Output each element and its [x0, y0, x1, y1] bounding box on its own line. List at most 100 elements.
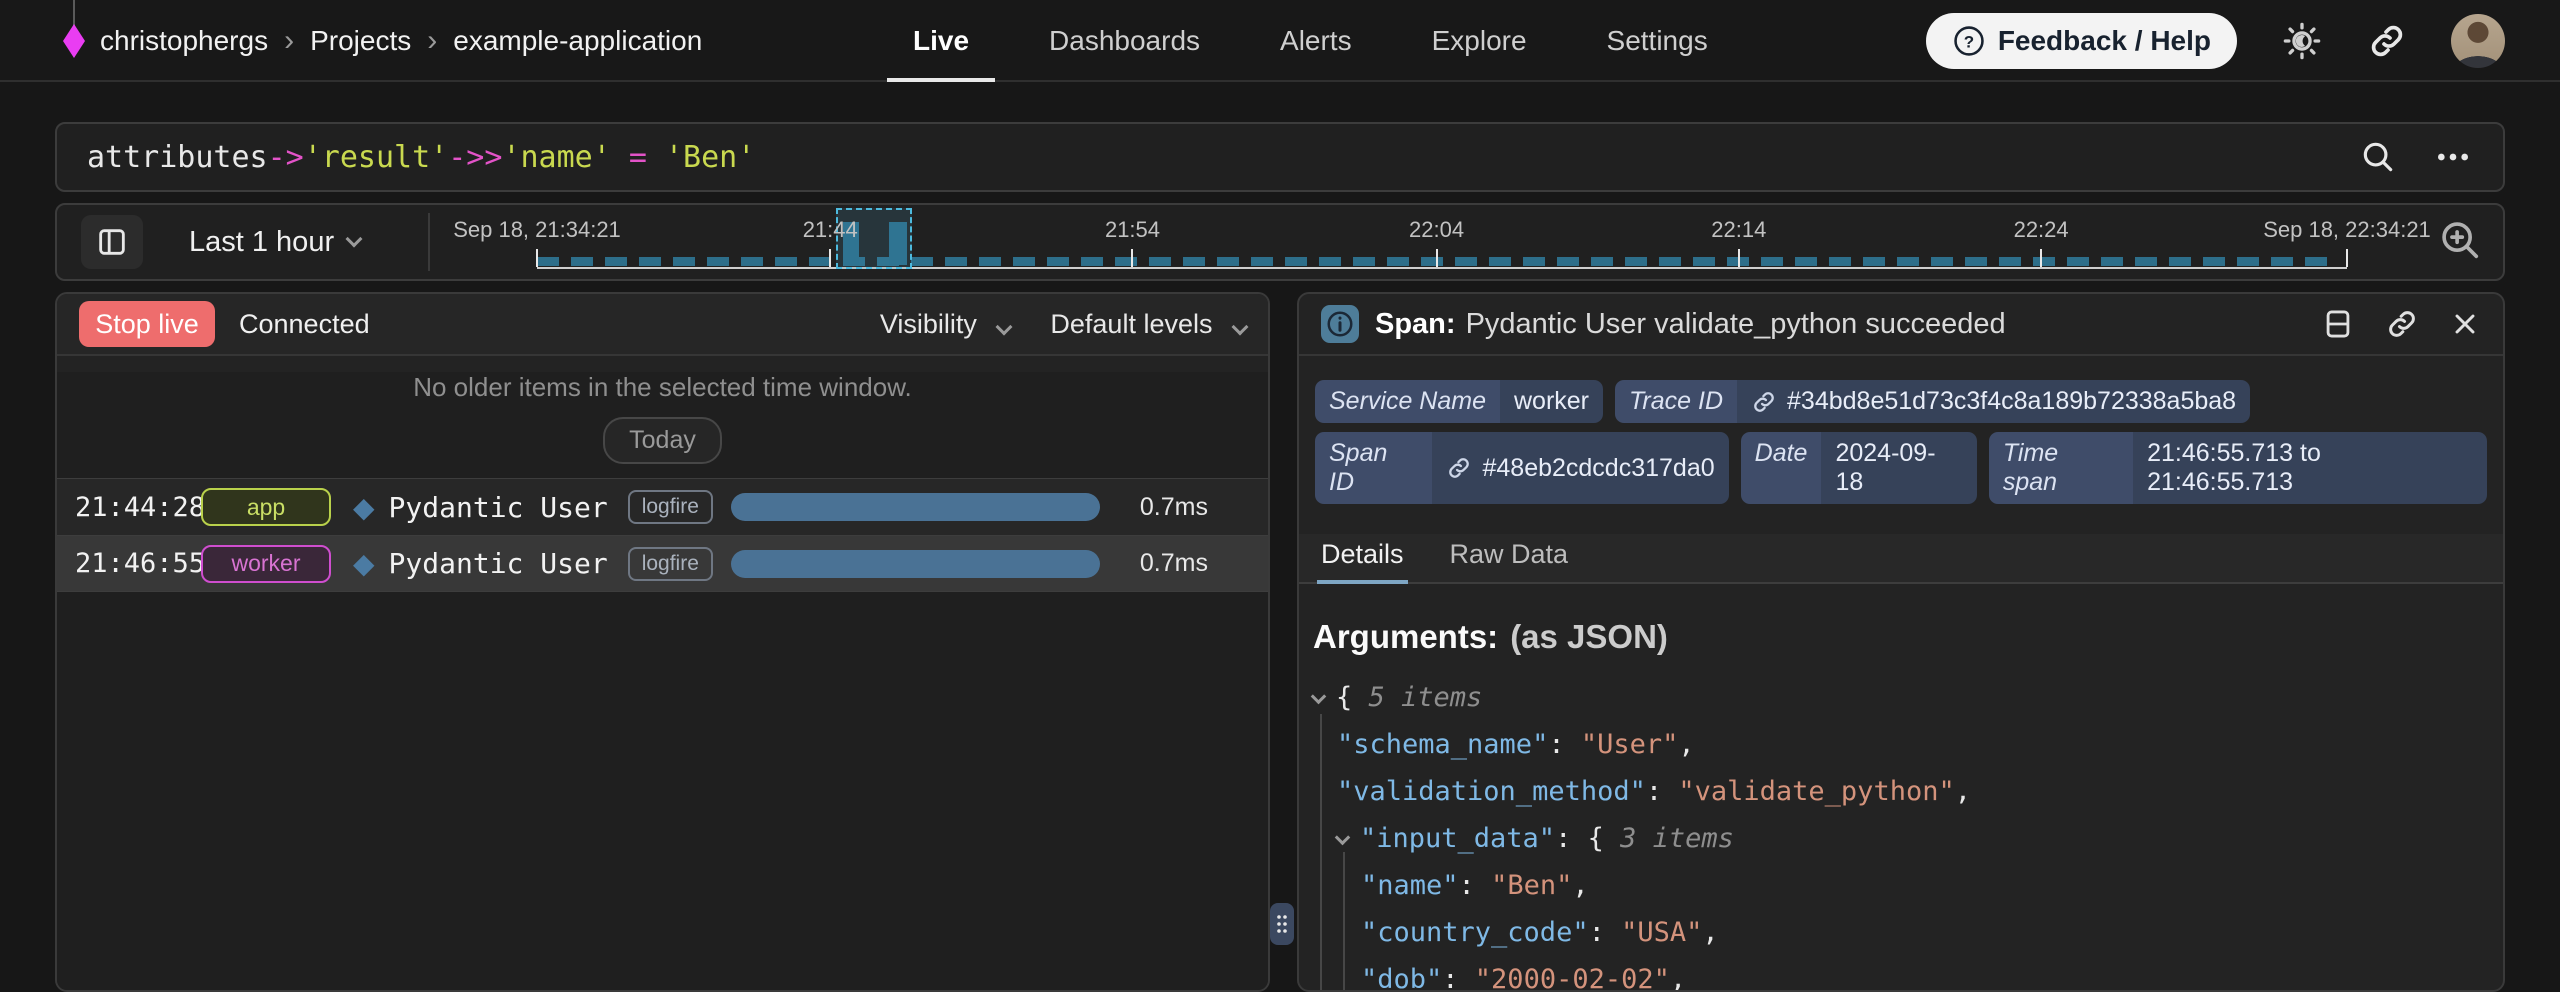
span-diamond-icon: ◆ — [353, 547, 375, 580]
json-token: "2000-02-02" — [1475, 964, 1670, 992]
live-view-header: Stop live Connected Visibility Default l… — [57, 294, 1268, 356]
query-bar[interactable]: attributes->'result'->>'name' = 'Ben' — [55, 122, 2505, 192]
timeline-tick-mark — [1738, 249, 1740, 267]
badge-value[interactable]: #34bd8e51d73c3f4c8a189b72338a5ba8 — [1737, 380, 2250, 423]
query-token: 'Ben' — [665, 140, 755, 175]
feedback-help-label: Feedback / Help — [1998, 25, 2211, 57]
json-token: 5 items — [1369, 682, 1483, 713]
chevron-down-icon — [346, 231, 363, 248]
meta-badge-span-id: Span ID#48eb2cdcdc317da0 — [1315, 432, 1729, 504]
zoom-in-button[interactable] — [2437, 217, 2483, 263]
default-levels-dropdown[interactable]: Default levels — [1050, 309, 1246, 340]
json-indent-guide — [1343, 852, 1345, 992]
badge-label: Time span — [1989, 432, 2133, 504]
meta-badge-trace-id: Trace ID#34bd8e51d73c3f4c8a189b72338a5ba… — [1615, 380, 2250, 423]
logfire-logo[interactable] — [62, 0, 86, 60]
badge-value: 2024-09-18 — [1821, 432, 1976, 504]
visibility-dropdown[interactable]: Visibility — [880, 309, 1011, 340]
json-token: : — [1459, 870, 1492, 901]
trace-list: 21:44:28app◆Pydantic Userlogfire0.7ms21:… — [57, 478, 1268, 592]
logo-pin-line — [73, 0, 75, 26]
timeline-tick-label: 22:04 — [1409, 217, 1464, 243]
nav-tab-explore[interactable]: Explore — [1432, 0, 1527, 82]
duration-bar — [731, 493, 1100, 521]
sidebar-toggle-button[interactable] — [81, 215, 143, 269]
row-timestamp: 21:46:55 — [75, 548, 201, 579]
json-token: : — [1589, 917, 1622, 948]
json-token: : — [1555, 823, 1588, 854]
detail-content: Arguments:(as JSON) { 5 items"schema_nam… — [1299, 584, 2503, 992]
timeline-tick-label: Sep 18, 22:34:21 — [2263, 217, 2431, 243]
badge-label: Date — [1741, 432, 1822, 504]
breadcrumb-item[interactable]: christophergs — [100, 25, 268, 57]
badge-label: Trace ID — [1615, 380, 1737, 423]
stop-live-button[interactable]: Stop live — [79, 301, 215, 347]
breadcrumb-item[interactable]: example-application — [453, 25, 702, 57]
timeline-tick-label: 22:24 — [2014, 217, 2069, 243]
time-range-label: Last 1 hour — [189, 226, 334, 259]
json-token: , — [1572, 870, 1588, 901]
empty-window-message: No older items in the selected time wind… — [57, 372, 1268, 403]
arguments-heading: Arguments: (as JSON) — [1313, 618, 2489, 656]
logfire-scope-badge: logfire — [628, 490, 713, 524]
tab-details[interactable]: Details — [1321, 539, 1404, 582]
panel-resize-handle[interactable] — [1270, 903, 1294, 945]
nav-tab-live[interactable]: Live — [913, 0, 969, 82]
query-input[interactable]: attributes->'result'->>'name' = 'Ben' — [87, 140, 2359, 175]
search-icon[interactable] — [2359, 138, 2397, 176]
query-token: = — [611, 140, 665, 175]
timeline-tick-label: 22:14 — [1711, 217, 1766, 243]
badge-value[interactable]: #48eb2cdcdc317da0 — [1432, 432, 1728, 504]
timeline[interactable]: Sep 18, 21:34:2121:4421:5422:0422:1422:2… — [537, 205, 2347, 279]
trace-row[interactable]: 21:44:28app◆Pydantic Userlogfire0.7ms — [57, 478, 1268, 535]
feedback-help-button[interactable]: ? Feedback / Help — [1926, 13, 2237, 69]
json-line: "input_data": { 3 items — [1313, 815, 2489, 862]
sidebar-panel-icon — [95, 225, 129, 259]
json-token: : — [1442, 964, 1475, 992]
time-range-select[interactable]: Last 1 hour — [169, 205, 380, 279]
share-link-button[interactable] — [2367, 21, 2407, 61]
breadcrumb: christophergs›Projects›example-applicati… — [100, 0, 702, 82]
header-actions: ? Feedback / Help — [1926, 0, 2505, 82]
timeline-tick-mark — [2040, 249, 2042, 267]
span-diamond-icon: ◆ — [353, 491, 375, 524]
badge-value: 21:46:55.713 to 21:46:55.713 — [2133, 432, 2487, 504]
trace-row[interactable]: 21:46:55worker◆Pydantic Userlogfire0.7ms — [57, 535, 1268, 592]
as-json-label: (as JSON) — [1510, 618, 1668, 655]
json-token: : — [1548, 729, 1581, 760]
collapse-chevron-icon[interactable] — [1335, 830, 1351, 846]
arguments-label: Arguments: — [1313, 618, 1498, 655]
json-line: "country_code": "USA", — [1313, 909, 2489, 956]
today-button[interactable]: Today — [603, 417, 722, 464]
copy-link-button[interactable] — [2385, 307, 2419, 341]
duration-label: 0.7ms — [1100, 493, 1212, 522]
json-line: "schema_name": "User", — [1313, 721, 2489, 768]
meta-badge-date: Date2024-09-18 — [1741, 432, 1977, 504]
theme-toggle-button[interactable] — [2281, 20, 2323, 62]
nav-tab-alerts[interactable]: Alerts — [1280, 0, 1352, 82]
json-token: : — [1646, 776, 1679, 807]
tab-raw-data[interactable]: Raw Data — [1450, 539, 1569, 582]
nav-tab-settings[interactable]: Settings — [1607, 0, 1708, 82]
live-view-panel: Stop live Connected Visibility Default l… — [55, 292, 1270, 992]
badge-row: Span ID#48eb2cdcdc317da0Date2024-09-18Ti… — [1315, 432, 2487, 504]
span-name: Pydantic User — [389, 491, 608, 524]
timeline-activity-bar — [537, 257, 2329, 266]
toggle-panel-layout-button[interactable] — [2321, 307, 2355, 341]
json-tree: { 5 items"schema_name": "User","validati… — [1313, 674, 2489, 992]
connection-status: Connected — [239, 309, 370, 340]
query-token: ->> — [448, 140, 502, 175]
question-circle-icon: ? — [1952, 24, 1986, 58]
close-panel-button[interactable] — [2449, 308, 2481, 340]
duration-bar — [731, 550, 1100, 578]
collapse-chevron-icon[interactable] — [1311, 689, 1327, 705]
breadcrumb-item[interactable]: Projects — [310, 25, 411, 57]
user-avatar[interactable] — [2451, 14, 2505, 68]
json-token: "input_data" — [1360, 823, 1555, 854]
svg-text:?: ? — [1964, 32, 1974, 51]
timeline-tick-label: Sep 18, 21:34:21 — [453, 217, 621, 243]
more-options-icon[interactable] — [2433, 137, 2473, 177]
badge-value: worker — [1500, 380, 1603, 423]
json-token: "country_code" — [1361, 917, 1589, 948]
nav-tab-dashboards[interactable]: Dashboards — [1049, 0, 1200, 82]
